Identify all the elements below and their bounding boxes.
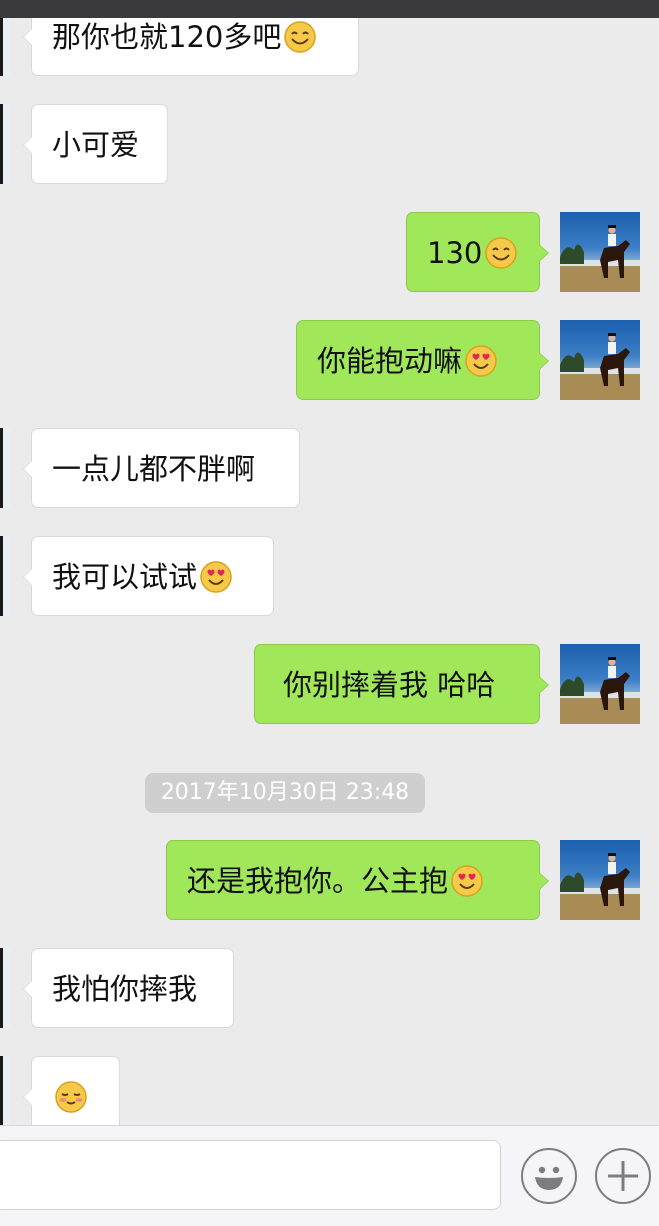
message-text: 那你也就120多吧 (52, 20, 282, 54)
emoji-face-icon (535, 1166, 563, 1190)
message-bubble-incoming[interactable]: 我怕你摔我 (23, 948, 234, 1028)
message-text: 130 (427, 236, 483, 270)
my-avatar[interactable] (560, 644, 640, 724)
contact-avatar[interactable] (0, 18, 10, 76)
emoji-button[interactable] (521, 1148, 577, 1204)
message-bubble-incoming[interactable]: 小可爱 (23, 104, 168, 184)
chat-message-list[interactable]: 那你也就120多吧 小可爱 130 你能抱动嘛 一点儿都不胖啊 我可以试试 你别… (0, 18, 659, 1125)
message-bubble-outgoing[interactable]: 你能抱动嘛 (296, 320, 549, 400)
message-text: 你别摔着我 哈哈 (283, 668, 496, 702)
heart-eyes-emoji-icon (465, 345, 497, 377)
heart-eyes-emoji-icon (451, 865, 483, 897)
horse-rider-photo-icon (560, 657, 640, 724)
contact-avatar[interactable] (0, 1056, 10, 1125)
message-bubble-incoming[interactable]: 那你也就120多吧 (23, 18, 359, 76)
message-text: 我怕你摔我 (52, 972, 198, 1006)
plus-icon (608, 1161, 638, 1191)
heart-eyes-emoji-icon (200, 561, 232, 593)
message-text: 小可爱 (52, 128, 140, 162)
contact-avatar[interactable] (0, 536, 10, 616)
message-bubble-outgoing[interactable]: 还是我抱你。公主抱 (166, 840, 549, 920)
my-avatar[interactable] (560, 840, 640, 920)
message-text: 你能抱动嘛 (317, 344, 463, 378)
message-bubble-outgoing[interactable]: 130 (406, 212, 549, 292)
message-text: 一点儿都不胖啊 (52, 452, 256, 486)
message-text-input[interactable] (0, 1140, 501, 1210)
horse-rider-photo-icon (560, 333, 640, 400)
message-bubble-incoming[interactable]: 一点儿都不胖啊 (23, 428, 300, 508)
more-actions-button[interactable] (595, 1148, 651, 1204)
contact-avatar[interactable] (0, 948, 10, 1028)
message-text: 还是我抱你。公主抱 (187, 864, 449, 898)
my-avatar[interactable] (560, 320, 640, 400)
my-avatar[interactable] (560, 212, 640, 292)
horse-rider-photo-icon (560, 853, 640, 920)
horse-rider-photo-icon (560, 225, 640, 292)
chat-timestamp: 2017年10月30日 23:48 (145, 773, 425, 813)
smile-emoji-icon (284, 21, 317, 53)
contact-avatar[interactable] (0, 104, 10, 184)
message-input-bar (0, 1125, 659, 1226)
smile-emoji-icon (485, 237, 518, 269)
message-text: 我可以试试 (52, 560, 198, 594)
status-bar (0, 0, 659, 18)
message-bubble-outgoing[interactable]: 你别摔着我 哈哈 (254, 644, 549, 724)
shy-smile-emoji-icon (55, 1081, 87, 1113)
message-bubble-incoming[interactable] (23, 1056, 120, 1125)
contact-avatar[interactable] (0, 428, 10, 508)
message-bubble-incoming[interactable]: 我可以试试 (23, 536, 274, 616)
